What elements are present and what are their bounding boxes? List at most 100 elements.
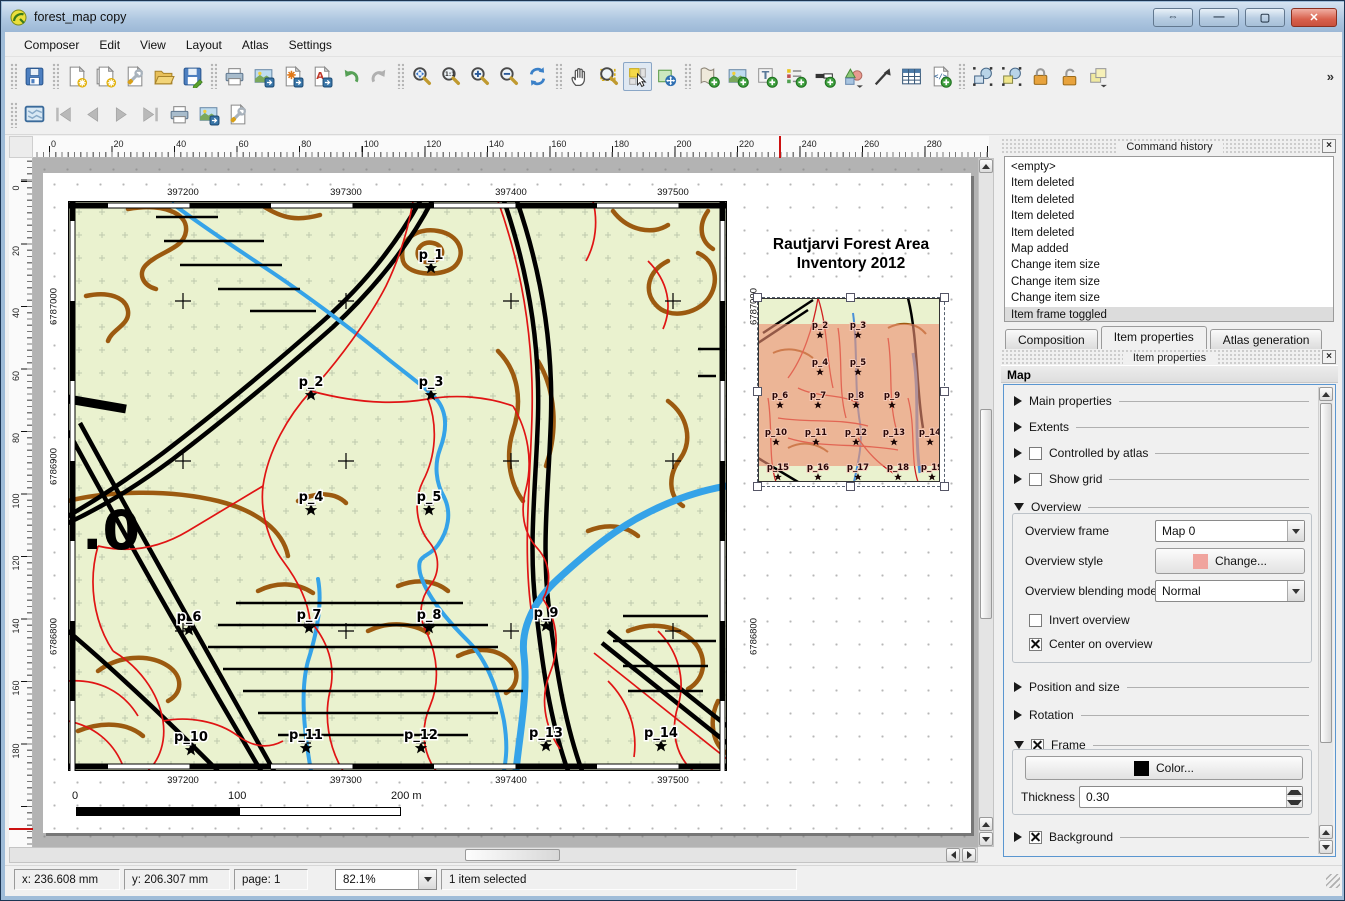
canvas-vertical-scrollbar[interactable] — [978, 158, 994, 847]
command-history-entry[interactable]: Item deleted — [1005, 192, 1333, 208]
section-show-grid[interactable]: Show grid — [1014, 469, 1309, 489]
resize-grip[interactable] — [1326, 874, 1340, 888]
composition-page[interactable]: .0 p_1p_2p_3p_4p_5p_6p_7p_8p_9p_10p_11p_ — [43, 173, 971, 833]
expand-arrow-icon[interactable] — [1014, 422, 1022, 432]
overview-style-change-button[interactable]: Change... — [1155, 548, 1305, 574]
export-pdf-button[interactable]: A — [307, 62, 336, 91]
print-button[interactable] — [220, 62, 249, 91]
add-html-button[interactable]: </> — [926, 62, 955, 91]
redo-button[interactable] — [365, 62, 394, 91]
group-items-button[interactable] — [1084, 62, 1113, 91]
command-history-entry[interactable]: Item frame toggled — [1005, 307, 1333, 322]
menu-view[interactable]: View — [131, 35, 175, 55]
center-on-overview-checkbox[interactable] — [1029, 638, 1042, 651]
select-items-button[interactable] — [968, 62, 997, 91]
composition-manager-button[interactable] — [120, 62, 149, 91]
canvas-horizontal-scrollbar[interactable] — [9, 847, 978, 863]
move-item-content-button[interactable] — [652, 62, 681, 91]
collapse-arrow-icon[interactable] — [1014, 503, 1024, 511]
overview-frame-combobox[interactable]: Map 0 — [1155, 520, 1305, 542]
command-history-entry[interactable]: Change item size — [1005, 274, 1333, 290]
export-image-button[interactable] — [249, 62, 278, 91]
composition-title[interactable]: Rautjarvi Forest Area Inventory 2012 — [729, 235, 973, 273]
section-position-and-size[interactable]: Position and size — [1014, 677, 1309, 697]
show-grid-checkbox[interactable] — [1029, 473, 1042, 486]
dock-window-button[interactable]: ⇔ — [1153, 8, 1193, 27]
atlas-preview-button[interactable] — [20, 100, 49, 129]
background-checkbox[interactable] — [1029, 831, 1042, 844]
last-feature-button[interactable] — [136, 100, 165, 129]
undo-button[interactable] — [336, 62, 365, 91]
save-as-button[interactable] — [178, 62, 207, 91]
composer-canvas[interactable]: .0 p_1p_2p_3p_4p_5p_6p_7p_8p_9p_10p_11p_ — [33, 158, 978, 847]
unlock-items-button[interactable] — [1055, 62, 1084, 91]
print-atlas-button[interactable] — [165, 100, 194, 129]
add-arrow-button[interactable] — [868, 62, 897, 91]
add-map-button[interactable] — [694, 62, 723, 91]
selection-handle[interactable] — [753, 293, 762, 302]
command-history-titlebar[interactable]: Command history × — [1001, 138, 1338, 155]
collapse-arrow-icon[interactable] — [1014, 741, 1024, 749]
first-feature-button[interactable] — [49, 100, 78, 129]
add-shape-button[interactable] — [839, 62, 868, 91]
menu-edit[interactable]: Edit — [90, 35, 129, 55]
maximize-button[interactable]: ▢ — [1245, 8, 1285, 27]
zoom-in-button[interactable] — [465, 62, 494, 91]
atlas-settings-button[interactable] — [223, 100, 252, 129]
select-move-item-button[interactable] — [623, 62, 652, 91]
add-image-button[interactable] — [723, 62, 752, 91]
toolbar-drag-handle[interactable] — [397, 63, 404, 89]
zoom-region-button[interactable] — [594, 62, 623, 91]
command-history-entry[interactable]: Item deleted — [1005, 225, 1333, 241]
add-scalebar-button[interactable] — [810, 62, 839, 91]
section-rotation[interactable]: Rotation — [1014, 705, 1309, 725]
toolbar-drag-handle[interactable] — [10, 102, 17, 128]
open-button[interactable] — [149, 62, 178, 91]
zoom-full-button[interactable] — [407, 62, 436, 91]
expand-arrow-icon[interactable] — [1014, 682, 1022, 692]
command-history-entry[interactable]: Change item size — [1005, 257, 1333, 273]
selection-handle[interactable] — [753, 387, 762, 396]
selection-handle[interactable] — [753, 482, 762, 491]
toolbar-drag-handle[interactable] — [958, 63, 965, 89]
tab-composition[interactable]: Composition — [1005, 329, 1098, 349]
lock-items-button[interactable] — [1026, 62, 1055, 91]
deselect-items-button[interactable] — [997, 62, 1026, 91]
command-history-entry[interactable]: Item deleted — [1005, 208, 1333, 224]
close-icon[interactable]: × — [1322, 350, 1336, 364]
toolbar-drag-handle[interactable] — [210, 63, 217, 89]
selection-handle[interactable] — [940, 482, 949, 491]
command-history-entry[interactable]: Change item size — [1005, 290, 1333, 306]
menu-composer[interactable]: Composer — [15, 35, 88, 55]
command-history-entry[interactable]: <empty> — [1005, 159, 1333, 175]
export-atlas-button[interactable] — [194, 100, 223, 129]
new-composition-button[interactable] — [62, 62, 91, 91]
toolbar-drag-handle[interactable] — [684, 63, 691, 89]
minimize-button[interactable]: — — [1199, 8, 1239, 27]
previous-feature-button[interactable] — [78, 100, 107, 129]
overview-map-item[interactable]: p_2p_3p_4p_5p_6p_7p_8p_9p_10p_11p_12p_13… — [758, 298, 944, 486]
duplicate-composition-button[interactable] — [91, 62, 120, 91]
item-properties-titlebar[interactable]: Item properties × — [1001, 349, 1338, 366]
map-item[interactable]: .0 p_1p_2p_3p_4p_5p_6p_7p_8p_9p_10p_11p_ — [68, 201, 727, 771]
close-icon[interactable]: × — [1322, 139, 1336, 153]
export-svg-button[interactable] — [278, 62, 307, 91]
expand-arrow-icon[interactable] — [1014, 448, 1022, 458]
section-main-properties[interactable]: Main properties — [1014, 391, 1309, 411]
save-button[interactable] — [20, 62, 49, 91]
close-button[interactable]: ✕ — [1291, 8, 1337, 27]
zoom-out-button[interactable] — [494, 62, 523, 91]
pan-button[interactable] — [565, 62, 594, 91]
expand-arrow-icon[interactable] — [1014, 832, 1022, 842]
toolbar-overflow-icon[interactable]: » — [1327, 69, 1334, 84]
section-extents[interactable]: Extents — [1014, 417, 1309, 437]
next-feature-button[interactable] — [107, 100, 136, 129]
expand-arrow-icon[interactable] — [1014, 474, 1022, 484]
command-history-entry[interactable]: Map added — [1005, 241, 1333, 257]
command-history-entry[interactable]: Item deleted — [1005, 175, 1333, 191]
title-bar[interactable]: forest_map copy ⇔ — ▢ ✕ — [2, 2, 1345, 32]
frame-color-button[interactable]: Color... — [1025, 756, 1303, 780]
tab-item-properties[interactable]: Item properties — [1101, 326, 1207, 349]
menu-settings[interactable]: Settings — [280, 35, 341, 55]
toolbar-drag-handle[interactable] — [52, 63, 59, 89]
